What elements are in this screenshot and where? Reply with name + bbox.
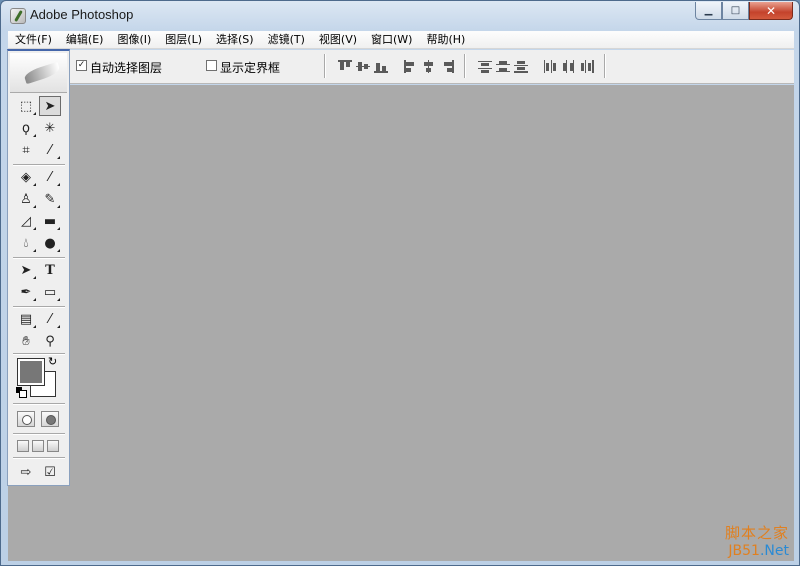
pen-icon[interactable]: ✒ <box>15 282 37 302</box>
swap-colors-icon[interactable]: ↻ <box>48 355 57 368</box>
align-right-icon[interactable] <box>440 60 454 73</box>
menu-file[interactable]: 文件(F) <box>8 31 59 49</box>
foreground-color-swatch[interactable] <box>17 358 45 386</box>
app-window: Adobe Photoshop ▁ □ ✕ 文件(F) 编辑(E) 图像(I) … <box>0 0 800 566</box>
move-tool-icon[interactable]: ➤ <box>39 96 61 116</box>
menu-select[interactable]: 选择(S) <box>209 31 261 49</box>
rectangle-shape-icon[interactable]: ▭ <box>39 282 61 302</box>
watermark-jb51: JB51 <box>728 543 760 559</box>
watermark-line1: 脚本之家 <box>724 524 789 542</box>
blur-icon[interactable]: 💧︎ <box>15 233 37 253</box>
standard-screen-mode-button[interactable] <box>17 440 29 452</box>
site-watermark: 脚本之家 JB51.Net <box>725 522 789 559</box>
photoshop-app-icon[interactable] <box>10 8 26 24</box>
menu-bar: 文件(F) 编辑(E) 图像(I) 图层(L) 选择(S) 滤镜(T) 视图(V… <box>8 31 794 49</box>
menu-view[interactable]: 视图(V) <box>312 31 364 49</box>
toolbox-header[interactable] <box>10 53 67 93</box>
auto-select-checkbox[interactable]: ✓ <box>76 60 87 71</box>
show-bounds-checkbox[interactable] <box>206 60 217 71</box>
align-top-icon[interactable] <box>338 60 352 73</box>
window-controls: ▁ □ ✕ <box>695 2 793 20</box>
path-select-icon[interactable]: ➤ <box>15 260 37 280</box>
align-hcenter-icon[interactable] <box>422 60 436 73</box>
history-brush-icon[interactable]: ✎ <box>39 189 61 209</box>
show-bounds-label: 显示定界框 <box>220 61 281 75</box>
maximize-icon: □ <box>730 5 741 16</box>
auto-select-label: 自动选择图层 <box>90 61 163 75</box>
title-bar[interactable]: Adobe Photoshop ▁ □ ✕ <box>1 1 799 31</box>
type-tool-icon[interactable]: T <box>39 260 61 280</box>
minimize-icon: ▁ <box>704 5 713 16</box>
slice-icon[interactable]: ⁄ <box>39 140 61 160</box>
healing-brush-icon[interactable]: ◈ <box>15 167 37 187</box>
align-left-icon[interactable] <box>404 60 418 73</box>
standard-mode-button[interactable] <box>17 411 35 427</box>
hand-icon[interactable]: ✋︎ <box>15 331 37 351</box>
distribute-vcenter-icon[interactable] <box>496 60 510 73</box>
jump-to-imageready-icon[interactable]: ⇨ <box>15 462 37 482</box>
toolbox-divider <box>13 164 65 166</box>
options-bar: ✓ 自动选择图层 显示定界框 <box>8 50 794 84</box>
clone-stamp-icon[interactable]: ♙ <box>15 189 37 209</box>
menu-help[interactable]: 帮助(H) <box>419 31 472 49</box>
notes-icon[interactable]: ▤ <box>15 309 37 329</box>
toolbox-panel: ⬚ ➤ ϙ ✳ ⌗ ⁄ ◈ ⁄ ♙ ✎ ◿ ▬ 💧︎ ● ➤ T ✒ ▭ ▤ ⁄… <box>7 49 70 486</box>
distribute-bottom-icon[interactable] <box>514 60 528 73</box>
minimize-button[interactable]: ▁ <box>695 2 722 20</box>
menu-image[interactable]: 图像(I) <box>110 31 158 49</box>
options-divider <box>324 54 326 78</box>
close-button[interactable]: ✕ <box>749 2 793 20</box>
close-icon: ✕ <box>765 3 777 18</box>
menu-window[interactable]: 窗口(W) <box>364 31 419 49</box>
full-screen-mode-button[interactable] <box>47 440 59 452</box>
watermark-net: .Net <box>759 543 789 559</box>
brush-icon[interactable]: ⁄ <box>39 167 61 187</box>
menu-edit[interactable]: 编辑(E) <box>59 31 111 49</box>
quick-mask-mode-button[interactable] <box>41 411 59 427</box>
distribute-left-icon[interactable] <box>544 60 558 73</box>
crop-icon[interactable]: ⌗ <box>15 140 37 160</box>
rect-marquee-icon[interactable]: ⬚ <box>15 96 37 116</box>
options-divider <box>464 54 466 78</box>
eraser-icon[interactable]: ◿ <box>15 211 37 231</box>
align-bottom-icon[interactable] <box>374 60 388 73</box>
gradient-icon[interactable]: ▬ <box>39 211 61 231</box>
full-screen-menu-mode-button[interactable] <box>32 440 44 452</box>
menu-layer[interactable]: 图层(L) <box>158 31 209 49</box>
commit-check-icon[interactable]: ☑ <box>39 462 61 482</box>
default-colors-icon[interactable] <box>16 387 27 398</box>
toolbox-divider <box>13 257 65 259</box>
photoshop-feather-logo <box>23 61 61 85</box>
maximize-button[interactable]: □ <box>722 2 749 20</box>
dodge-icon[interactable]: ● <box>39 233 61 253</box>
lasso-icon[interactable]: ϙ <box>15 118 37 138</box>
distribute-hcenter-icon[interactable] <box>562 60 576 73</box>
menu-filter[interactable]: 滤镜(T) <box>261 31 312 49</box>
eyedropper-icon[interactable]: ⁄ <box>39 309 61 329</box>
watermark-line2: JB51.Net <box>725 543 789 559</box>
distribute-top-icon[interactable] <box>478 60 492 73</box>
distribute-right-icon[interactable] <box>580 60 594 73</box>
align-vcenter-icon[interactable] <box>356 60 370 73</box>
toolbox-divider <box>13 306 65 308</box>
workspace-area[interactable] <box>8 85 794 561</box>
toolbox-divider <box>13 433 65 435</box>
window-title: Adobe Photoshop <box>30 7 134 22</box>
toolbox-divider <box>13 457 65 459</box>
toolbox-divider <box>13 403 65 405</box>
zoom-icon[interactable]: ⚲ <box>39 331 61 351</box>
magic-wand-icon[interactable]: ✳ <box>39 118 61 138</box>
options-divider <box>604 54 606 78</box>
